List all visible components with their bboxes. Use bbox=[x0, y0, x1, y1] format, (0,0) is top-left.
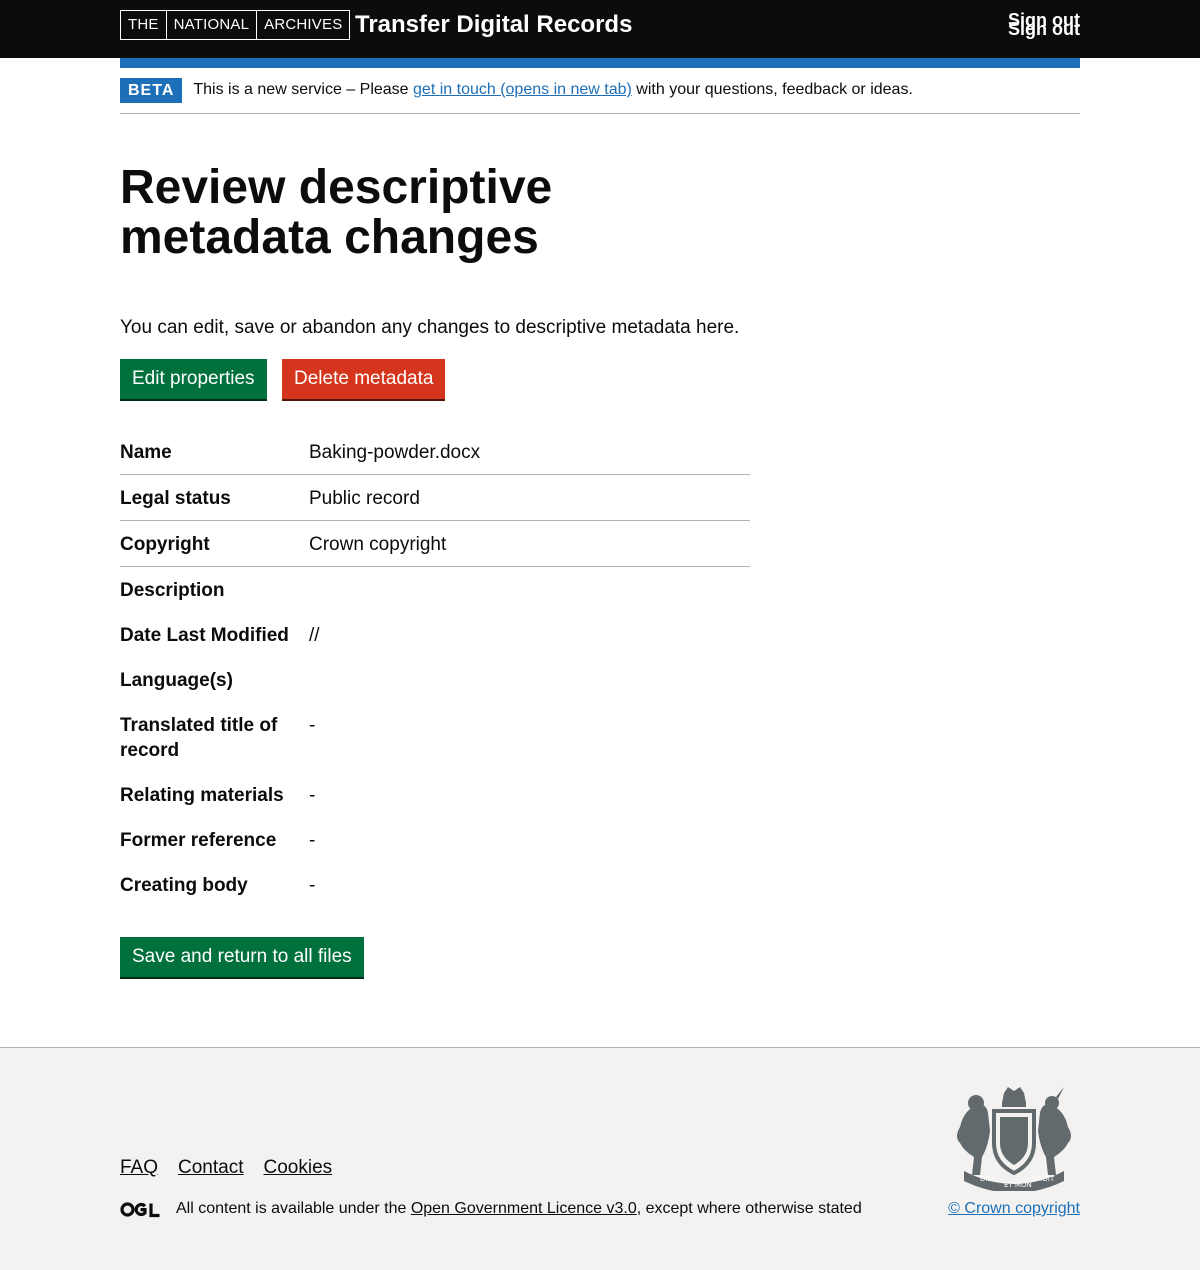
edit-properties-button[interactable]: Edit properties bbox=[120, 359, 267, 399]
summary-key: Former reference bbox=[120, 830, 277, 851]
licence-text: All content is available under the Open … bbox=[176, 1199, 862, 1219]
sign-out-link[interactable]: Sign out Sign out bbox=[1008, 11, 1080, 39]
summary-key: Copyright bbox=[120, 534, 210, 555]
footer-link-faq[interactable]: FAQ bbox=[120, 1155, 158, 1180]
summary-value bbox=[309, 668, 750, 702]
licence-text-after: , except where otherwise stated bbox=[636, 1200, 862, 1217]
summary-row-languages: Language(s) bbox=[120, 657, 750, 702]
crest-motto-et-mon: ET MON bbox=[1004, 1181, 1032, 1189]
crest-motto-dieu: DIEU bbox=[980, 1175, 997, 1183]
logo-part-national: NATIONAL bbox=[167, 11, 258, 39]
site-header: THE NATIONAL ARCHIVES Transfer Digital R… bbox=[0, 0, 1200, 58]
summary-row-former-reference: Former reference - bbox=[120, 817, 750, 862]
sign-out-text-duplicate: Sign out bbox=[1008, 19, 1080, 39]
footer-links: FAQ Contact Cookies bbox=[120, 1155, 352, 1180]
summary-key: Language(s) bbox=[120, 670, 233, 691]
summary-value: - bbox=[309, 875, 316, 896]
summary-key: Relating materials bbox=[120, 785, 284, 806]
phase-banner-text: This is a new service – Please get in to… bbox=[193, 78, 913, 102]
licence-statement: All content is available under the Open … bbox=[120, 1199, 862, 1219]
summary-value: // bbox=[309, 625, 320, 646]
get-in-touch-link[interactable]: get in touch (opens in new tab) bbox=[413, 81, 632, 98]
banner-text-after: with your questions, feedback or ideas. bbox=[631, 81, 913, 98]
summary-key: Description bbox=[120, 580, 225, 601]
summary-key: Legal status bbox=[120, 488, 231, 509]
summary-value: - bbox=[309, 715, 316, 736]
summary-value: Public record bbox=[309, 488, 420, 509]
banner-text-before: This is a new service – Please bbox=[193, 81, 414, 98]
page-title: Review descriptive metadata changes bbox=[120, 161, 553, 264]
licence-text-before: All content is available under the bbox=[176, 1200, 411, 1217]
phase-banner: BETA This is a new service – Please get … bbox=[120, 78, 1080, 114]
logo-part-archives: ARCHIVES bbox=[264, 16, 343, 33]
national-archives-logo[interactable]: THE NATIONAL ARCHIVES bbox=[120, 10, 351, 40]
summary-row-creating-body: Creating body - bbox=[120, 862, 750, 907]
open-government-licence-link[interactable]: Open Government Licence v3.0 bbox=[411, 1200, 637, 1217]
summary-key: Name bbox=[120, 442, 172, 463]
ogl-logo-icon bbox=[120, 1201, 160, 1217]
metadata-summary-list: Name Baking-powder.docx Legal status Pub… bbox=[120, 428, 750, 907]
summary-value: Baking-powder.docx bbox=[309, 442, 481, 463]
save-and-return-button[interactable]: Save and return to all files bbox=[120, 937, 364, 977]
site-footer: FAQ Contact Cookies All content is avail… bbox=[0, 1047, 1200, 1270]
summary-key: Date Last Modified bbox=[120, 625, 289, 646]
summary-row-translated-title: Translated title of record - bbox=[120, 702, 750, 772]
logo-part-the: THE bbox=[121, 11, 167, 39]
summary-value: Crown copyright bbox=[309, 534, 447, 555]
crest-motto-droit: DROIT bbox=[1032, 1175, 1055, 1183]
summary-key: Translated title of record bbox=[120, 715, 278, 761]
service-name-link[interactable]: Transfer Digital Records bbox=[355, 10, 632, 40]
delete-metadata-button[interactable]: Delete metadata bbox=[282, 359, 446, 399]
summary-row-name: Name Baking-powder.docx bbox=[120, 428, 750, 475]
summary-value bbox=[309, 578, 750, 612]
summary-value: - bbox=[309, 785, 316, 806]
summary-row-relating-materials: Relating materials - bbox=[120, 772, 750, 817]
summary-key: Creating body bbox=[120, 875, 248, 896]
summary-row-copyright: Copyright Crown copyright bbox=[120, 521, 750, 567]
royal-coat-of-arms-icon: DIEU ET MON DROIT bbox=[957, 1087, 1071, 1191]
summary-row-legal-status: Legal status Public record bbox=[120, 475, 750, 521]
summary-row-date-last-modified: Date Last Modified // bbox=[120, 612, 750, 657]
header-blue-bar bbox=[120, 58, 1080, 68]
summary-value: - bbox=[309, 830, 316, 851]
footer-link-contact[interactable]: Contact bbox=[178, 1155, 243, 1180]
beta-tag: BETA bbox=[120, 78, 183, 103]
summary-row-description: Description bbox=[120, 567, 750, 612]
crown-copyright-link[interactable]: © Crown copyright bbox=[948, 1199, 1080, 1219]
page-lead-text: You can edit, save or abandon any change… bbox=[120, 317, 740, 338]
footer-link-cookies[interactable]: Cookies bbox=[264, 1155, 333, 1180]
